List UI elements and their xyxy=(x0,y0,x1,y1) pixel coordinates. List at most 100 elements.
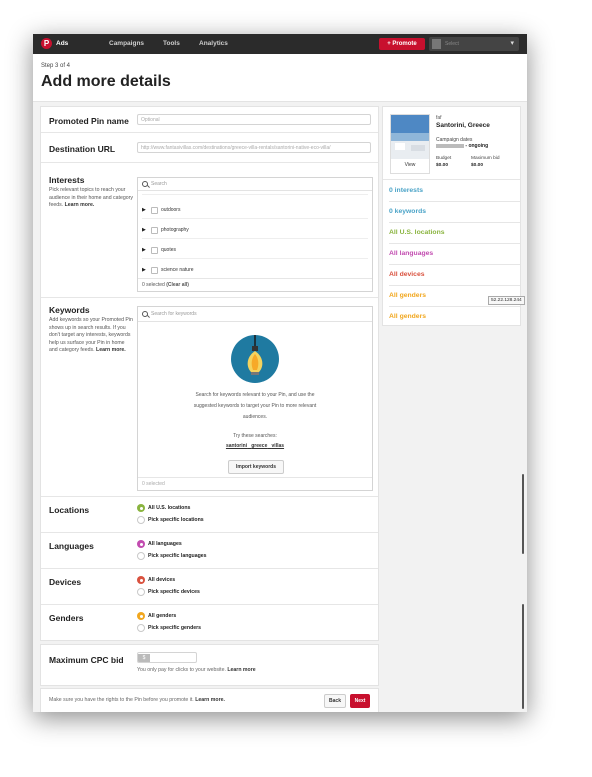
divider xyxy=(41,297,378,298)
pin-preview[interactable]: View xyxy=(390,114,430,174)
locations-specific-label[interactable]: Pick specific locations xyxy=(148,517,204,523)
expand-arrow-icon[interactable]: ▶ xyxy=(142,246,146,254)
divider xyxy=(389,306,520,307)
nav-ads[interactable]: Ads xyxy=(56,40,68,47)
devices-specific-label[interactable]: Pick specific devices xyxy=(148,589,200,595)
top-navigation-bar: P Ads Campaigns Tools Analytics + Promot… xyxy=(33,34,527,54)
pin-small-label: faf xyxy=(436,115,442,121)
back-button[interactable]: Back xyxy=(324,694,346,708)
lightbulb-icon xyxy=(231,335,279,383)
topic-label: outdoors xyxy=(161,207,181,213)
scrollbar-thumb[interactable] xyxy=(522,474,524,554)
divider xyxy=(41,568,378,569)
currency-prefix: $ xyxy=(138,654,150,662)
step-indicator: Step 3 of 4 xyxy=(41,63,71,69)
nav-tools[interactable]: Tools xyxy=(163,40,180,47)
cpc-bid-card: Maximum CPC bid $ You only pay for click… xyxy=(40,644,379,686)
interests-search-placeholder: Search xyxy=(151,181,167,187)
campaign-summary: View faf Santorini, Greece Campaign date… xyxy=(382,106,521,326)
clear-all-link[interactable]: (Clear all) xyxy=(166,282,189,288)
topic-label: quotes xyxy=(161,247,177,253)
genders-specific-radio[interactable] xyxy=(137,624,145,632)
languages-specific-label[interactable]: Pick specific languages xyxy=(148,553,207,559)
devices-specific-radio[interactable] xyxy=(137,588,145,596)
topic-checkbox[interactable] xyxy=(151,227,158,234)
devices-all-radio[interactable] xyxy=(137,576,145,584)
locations-all-label[interactable]: All U.S. locations xyxy=(148,505,190,511)
promote-button[interactable]: + Promote xyxy=(379,38,425,50)
nav-analytics[interactable]: Analytics xyxy=(199,40,228,47)
divider xyxy=(142,238,368,239)
keywords-selected-count: 0 selected xyxy=(142,481,165,487)
budget-label: Budget xyxy=(436,156,452,161)
topic-checkbox[interactable] xyxy=(151,207,158,214)
import-keywords-button[interactable]: Import keywords xyxy=(228,460,284,474)
divider xyxy=(41,162,378,163)
locations-all-radio[interactable] xyxy=(137,504,145,512)
topic-checkbox[interactable] xyxy=(151,267,158,274)
divider xyxy=(138,278,372,279)
interests-learn-more-link[interactable]: Learn more. xyxy=(65,202,95,208)
divider xyxy=(41,496,378,497)
divider xyxy=(383,179,520,180)
keywords-help-line3: audiences. xyxy=(242,414,268,420)
summary-interests: 0 interests xyxy=(389,187,424,194)
genders-all-label[interactable]: All genders xyxy=(148,613,176,619)
cpc-bid-note: You only pay for clicks to your website.… xyxy=(137,667,256,673)
divider xyxy=(389,264,520,265)
try-searches-label: Try these searches: xyxy=(233,433,277,439)
footer-learn-more-link[interactable]: Learn more. xyxy=(195,697,225,703)
account-avatar xyxy=(432,39,441,49)
genders-all-radio[interactable] xyxy=(137,612,145,620)
divider xyxy=(41,132,378,133)
suggestion-santorini[interactable]: santorini xyxy=(226,443,247,449)
nav-campaigns[interactable]: Campaigns xyxy=(109,40,144,47)
keywords-search[interactable]: Search for keywords xyxy=(138,307,372,322)
divider xyxy=(142,194,368,195)
campaign-dates-value: - ongoing xyxy=(436,143,488,149)
expand-arrow-icon[interactable]: ▶ xyxy=(142,206,146,214)
pin-title: Santorini, Greece xyxy=(436,122,490,129)
languages-all-radio[interactable] xyxy=(137,540,145,548)
locations-specific-radio[interactable] xyxy=(137,516,145,524)
genders-specific-label[interactable]: Pick specific genders xyxy=(148,625,201,631)
devices-all-label[interactable]: All devices xyxy=(148,577,175,583)
cpc-bid-label: Maximum CPC bid xyxy=(49,655,124,665)
cpc-bid-input[interactable]: $ xyxy=(137,652,197,663)
app-window: P Ads Campaigns Tools Analytics + Promot… xyxy=(33,34,527,712)
interests-label: Interests xyxy=(49,175,85,185)
account-placeholder: Select xyxy=(445,41,459,47)
pin-name-label: Promoted Pin name xyxy=(49,116,129,126)
suggestion-villas[interactable]: villas xyxy=(272,443,285,449)
pin-thumbnail-image xyxy=(391,115,429,159)
details-form: Promoted Pin name Optional Destination U… xyxy=(40,106,379,641)
keywords-learn-more-link[interactable]: Learn more. xyxy=(96,347,126,353)
divider xyxy=(389,222,520,223)
summary-keywords: 0 keywords xyxy=(389,208,427,215)
divider xyxy=(389,243,520,244)
keywords-label: Keywords xyxy=(49,305,90,315)
scrollbar-thumb-lower[interactable] xyxy=(522,604,524,709)
expand-arrow-icon[interactable]: ▶ xyxy=(142,266,146,274)
topic-checkbox[interactable] xyxy=(151,247,158,254)
account-selector[interactable]: Select ▾ xyxy=(429,37,519,51)
search-icon xyxy=(142,181,148,187)
summary-locations: All U.S. locations xyxy=(389,229,445,236)
divider xyxy=(389,201,520,202)
destination-url-label: Destination URL xyxy=(49,144,116,154)
suggestion-greece[interactable]: greece xyxy=(251,443,267,449)
interests-search[interactable]: Search xyxy=(138,178,372,191)
destination-url-input[interactable]: http://www.fantasivillas.com/destination… xyxy=(137,142,371,153)
languages-all-label[interactable]: All languages xyxy=(148,541,182,547)
page-header: Step 3 of 4 Add more details xyxy=(33,54,527,102)
pinterest-logo-icon[interactable]: P xyxy=(41,38,52,49)
keywords-search-placeholder: Search for keywords xyxy=(151,311,197,317)
languages-specific-radio[interactable] xyxy=(137,552,145,560)
max-bid-label: Maximum bid xyxy=(471,156,500,161)
summary-genders: All genders xyxy=(389,292,427,299)
next-button[interactable]: Next xyxy=(350,694,370,708)
cpc-learn-more-link[interactable]: Learn more xyxy=(227,667,255,673)
view-pin-link[interactable]: View xyxy=(391,162,429,168)
pin-name-input[interactable]: Optional xyxy=(137,114,371,125)
expand-arrow-icon[interactable]: ▶ xyxy=(142,226,146,234)
